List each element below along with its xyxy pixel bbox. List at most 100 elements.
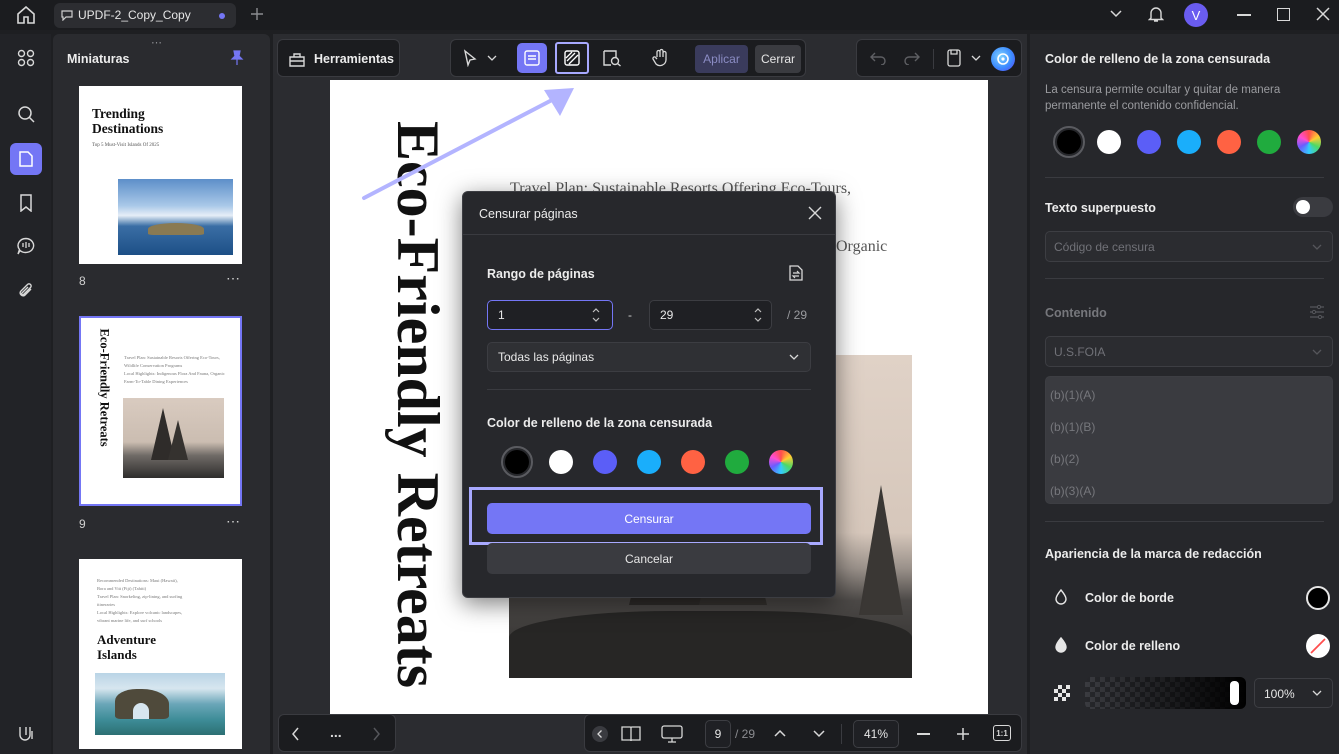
sliders-icon[interactable] [1309, 304, 1325, 320]
color-swatch-orange[interactable] [1217, 130, 1241, 154]
chevron-down-icon[interactable] [481, 43, 503, 73]
color-swatch-green[interactable] [1257, 130, 1281, 154]
thumbnail-more-button[interactable]: ⋯ [226, 513, 241, 530]
droplet-outline-icon [1054, 589, 1068, 605]
zoom-input[interactable]: 41% [853, 720, 899, 748]
grid-icon[interactable] [10, 42, 42, 74]
page-vertical-title: Eco-Friendly Retreats [385, 121, 451, 689]
stepper-arrows-icon[interactable] [753, 306, 763, 324]
tools-label: Herramientas [314, 52, 394, 66]
user-avatar[interactable]: V [1184, 3, 1208, 27]
redaction-toolbar: Aplicar Cerrar [450, 39, 806, 77]
comments-icon[interactable] [10, 230, 42, 262]
maximize-button[interactable] [1277, 8, 1290, 21]
thumb-text-line: Travel Plan: Sustainable Resorts Offerin… [124, 355, 220, 360]
zoom-in-icon[interactable] [956, 727, 970, 741]
zoom-out-icon[interactable] [917, 733, 930, 735]
list-item[interactable]: (b)(3)(A) [1050, 484, 1095, 498]
color-swatch-black[interactable] [1057, 130, 1081, 154]
search-icon[interactable] [10, 98, 42, 130]
thumbnail-page-10[interactable]: Recommended Destinations: Maui (Hawaii),… [79, 559, 242, 749]
color-picker-icon[interactable] [769, 450, 793, 474]
redact-area-button[interactable] [517, 43, 547, 73]
content-select[interactable]: U.S.FOIA [1045, 336, 1333, 367]
range-dash: - [628, 308, 632, 322]
pages-select[interactable]: Todas las páginas [487, 342, 811, 372]
history-toolbar [856, 39, 1022, 77]
thumbnail-page-8[interactable]: Trending Destinations Top 5 Must-Visit I… [79, 86, 242, 264]
panel-drag-handle[interactable]: ⋯ [151, 36, 163, 49]
color-swatch-blue[interactable] [593, 450, 617, 474]
chevron-down-icon[interactable] [1312, 689, 1322, 697]
chevron-down-icon[interactable] [965, 43, 987, 73]
thumbnail-selection-frame[interactable]: Eco-Friendly Retreats Travel Plan: Susta… [79, 316, 242, 506]
color-swatch-white[interactable] [1097, 130, 1121, 154]
page-nav-bar: ... [278, 714, 396, 752]
attachment-icon[interactable] [10, 275, 42, 307]
bell-icon[interactable] [1148, 5, 1164, 23]
current-page-input[interactable]: 9 [705, 720, 731, 748]
apply-button[interactable]: Aplicar [695, 45, 748, 73]
thumb-text-line: itineraries [97, 602, 115, 607]
close-button[interactable]: Cerrar [755, 45, 801, 73]
close-icon[interactable] [808, 206, 822, 220]
chevron-down-icon[interactable] [1312, 348, 1322, 356]
color-swatch-cyan[interactable] [1177, 130, 1201, 154]
color-swatch-white[interactable] [549, 450, 573, 474]
close-window-button[interactable] [1316, 7, 1330, 21]
pin-icon[interactable] [230, 50, 244, 66]
thumb-heading: Destinations [92, 121, 164, 136]
content-code-list[interactable]: (b)(1)(A) (b)(1)(B) (b)(2) (b)(3)(A) [1045, 376, 1333, 504]
redo-icon[interactable] [897, 43, 927, 73]
cancel-button[interactable]: Cancelar [487, 543, 811, 574]
droplet-filled-icon [1054, 637, 1068, 653]
document-tab[interactable]: UPDF-2_Copy_Copy [54, 3, 236, 28]
find-redact-icon[interactable] [597, 43, 627, 73]
chevron-down-icon[interactable] [789, 353, 799, 361]
swap-pages-icon[interactable] [787, 264, 805, 282]
bookmark-icon[interactable] [10, 187, 42, 219]
redact-pages-button[interactable] [555, 42, 589, 74]
color-swatch-black[interactable] [505, 450, 529, 474]
color-swatch-orange[interactable] [681, 450, 705, 474]
undo-icon[interactable] [863, 43, 893, 73]
new-tab-button[interactable] [249, 6, 265, 22]
fill-color-none-swatch[interactable] [1306, 634, 1330, 658]
overlay-code-select[interactable]: Código de censura [1045, 231, 1333, 262]
opacity-slider-handle[interactable] [1230, 681, 1239, 705]
border-color-swatch[interactable] [1306, 586, 1330, 610]
more-pages-button[interactable]: ... [330, 724, 342, 740]
list-item[interactable]: (b)(1)(B) [1050, 420, 1095, 434]
list-item[interactable]: (b)(2) [1050, 452, 1079, 466]
overlay-text-toggle[interactable] [1293, 197, 1333, 217]
censor-button[interactable]: Censurar [487, 503, 811, 534]
home-icon[interactable] [16, 6, 36, 24]
color-swatch-green[interactable] [725, 450, 749, 474]
opacity-slider[interactable] [1085, 677, 1246, 709]
list-item[interactable]: (b)(1)(A) [1050, 388, 1095, 402]
stepper-arrows-icon[interactable] [591, 306, 601, 324]
chevron-down-icon[interactable] [1312, 243, 1322, 251]
chevron-down-icon[interactable] [1109, 9, 1123, 19]
hand-tool-icon[interactable] [645, 43, 675, 73]
rock-beach-image [123, 398, 224, 478]
collapse-arrow-icon[interactable] [592, 726, 608, 742]
chevron-right-icon[interactable] [371, 727, 381, 741]
color-picker-icon[interactable] [1297, 130, 1321, 154]
color-swatch-blue[interactable] [1137, 130, 1161, 154]
fill-color-label: Color de relleno de la zona censurada [487, 416, 713, 430]
chevron-down-icon[interactable] [812, 729, 826, 739]
thumbnail-more-button[interactable]: ⋯ [226, 270, 241, 287]
presentation-icon[interactable] [661, 725, 683, 743]
reading-mode-icon[interactable] [621, 725, 641, 743]
border-color-label: Color de borde [1085, 591, 1174, 605]
color-swatch-cyan[interactable] [637, 450, 661, 474]
tools-button[interactable]: Herramientas [277, 39, 400, 77]
chevron-left-icon[interactable] [291, 727, 301, 741]
ai-assistant-icon[interactable] [991, 47, 1015, 71]
pages-icon[interactable] [10, 143, 42, 175]
minimize-button[interactable] [1237, 14, 1251, 16]
updf-logo-icon[interactable] [10, 717, 42, 749]
actual-size-icon[interactable]: 1:1 [993, 725, 1011, 741]
chevron-up-icon[interactable] [773, 728, 787, 738]
